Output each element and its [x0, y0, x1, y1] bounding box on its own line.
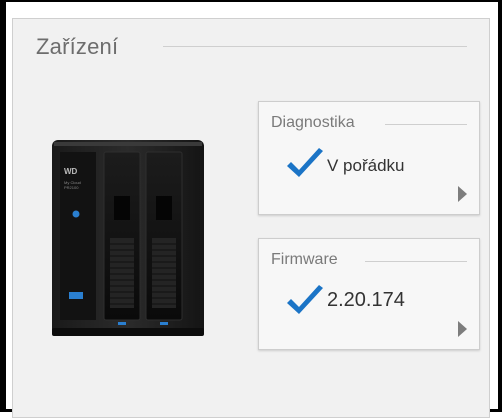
device-panel: Zařízení WD My Cloud PR2100 Diagnostika …: [0, 0, 502, 418]
section-title: Zařízení: [36, 34, 119, 59]
usb-port-icon: [69, 292, 83, 299]
window-border-left: [0, 0, 6, 412]
nas-device-image: WD My Cloud PR2100: [52, 140, 204, 336]
drive1-led-icon: [118, 322, 126, 325]
firmware-label: Firmware: [271, 251, 346, 269]
checkmark-icon: [287, 148, 323, 177]
wd-logo: WD: [64, 167, 78, 176]
device-model-line2: PR2100: [64, 185, 79, 190]
diagnostics-label: Diagnostika: [271, 114, 363, 132]
diagnostics-card-divider: [385, 124, 467, 125]
drive2-led-icon: [160, 322, 168, 325]
firmware-arrow-icon[interactable]: [458, 321, 467, 337]
window-border-top: [0, 0, 502, 2]
power-led-icon: [72, 210, 80, 218]
diagnostics-card[interactable]: Diagnostika V pořádku: [258, 101, 480, 215]
section-title-divider: [163, 46, 467, 47]
firmware-card-divider: [365, 261, 467, 262]
checkmark-icon: [287, 285, 323, 314]
diagnostics-status: V pořádku: [327, 156, 405, 175]
diagnostics-arrow-icon[interactable]: [458, 186, 467, 202]
window-border-right: [498, 0, 502, 412]
firmware-version: 2.20.174: [327, 289, 405, 311]
firmware-card[interactable]: Firmware 2.20.174: [258, 238, 480, 350]
